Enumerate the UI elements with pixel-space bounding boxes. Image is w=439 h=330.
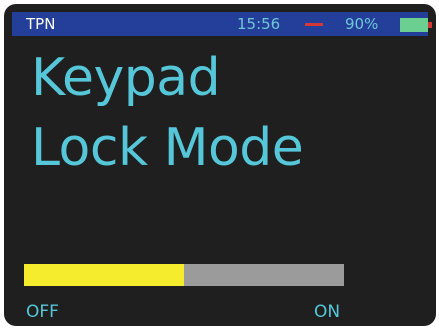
battery-tip — [428, 22, 432, 28]
device-screen: TPN 15:56 90% Keypad Lock Mode OFF ON — [4, 4, 436, 326]
signal-indicator-icon — [305, 23, 323, 26]
toggle-off-label: OFF — [26, 302, 59, 322]
app-name: TPN — [26, 15, 56, 33]
status-time: 15:56 — [237, 15, 281, 33]
battery-fill — [400, 18, 428, 32]
slider-fill — [24, 264, 184, 286]
keypad-lock-toggle-slider[interactable] — [24, 264, 344, 286]
battery-icon — [400, 18, 432, 32]
toggle-on-label: ON — [314, 302, 341, 322]
status-bar: TPN 15:56 90% — [12, 12, 432, 36]
battery-percent: 90% — [345, 15, 379, 33]
page-title-line-1: Keypad — [31, 48, 221, 108]
page-title-line-2: Lock Mode — [31, 118, 304, 178]
